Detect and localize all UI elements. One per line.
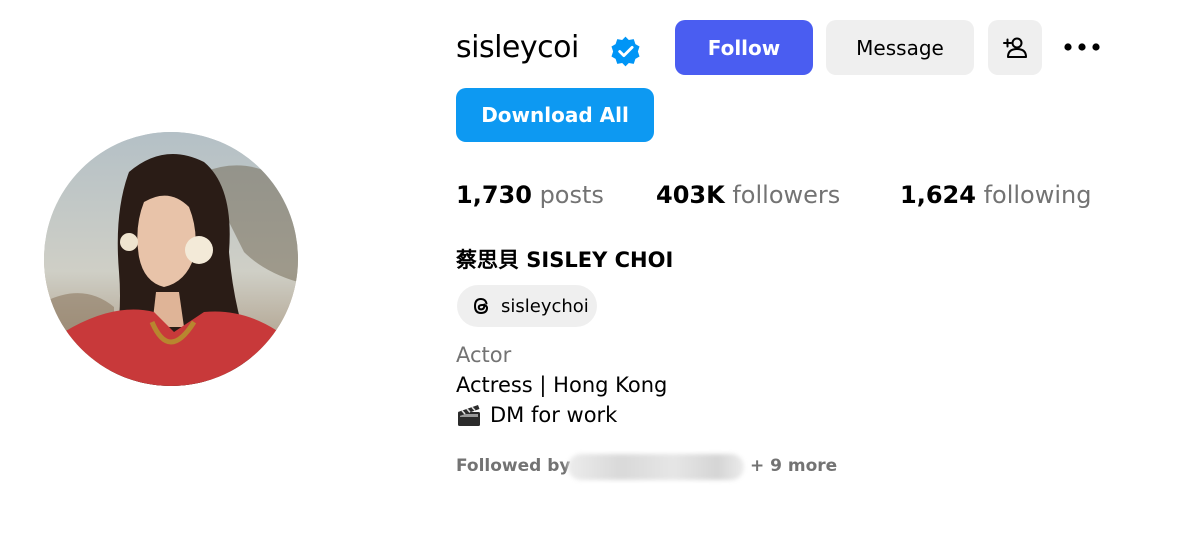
bio-line-2: DM for work bbox=[456, 400, 617, 430]
profile-category: Actor bbox=[456, 343, 512, 367]
following-label: following bbox=[983, 181, 1092, 209]
followers-stat[interactable]: 403K followers bbox=[656, 178, 840, 212]
clapper-board-icon bbox=[458, 405, 480, 426]
posts-count: 1,730 bbox=[456, 181, 532, 209]
full-name: 蔡思貝 SISLEY CHOI bbox=[456, 248, 674, 272]
bio-line-1: Actress | Hong Kong bbox=[456, 373, 668, 397]
follow-button[interactable]: Follow bbox=[675, 20, 813, 75]
username: sisleycoi bbox=[456, 30, 579, 65]
posts-label: posts bbox=[539, 181, 604, 209]
avatar[interactable] bbox=[44, 132, 298, 386]
more-options-icon bbox=[1064, 43, 1100, 51]
threads-link[interactable]: sisleychoi bbox=[457, 285, 597, 327]
bio-line-2-text: DM for work bbox=[490, 403, 618, 427]
add-user-button[interactable] bbox=[988, 20, 1042, 75]
followers-count: 403K bbox=[656, 181, 725, 209]
message-button[interactable]: Message bbox=[826, 20, 974, 75]
following-stat[interactable]: 1,624 following bbox=[900, 178, 1091, 212]
followers-label: followers bbox=[732, 181, 841, 209]
threads-icon bbox=[473, 297, 489, 315]
verified-badge-icon bbox=[611, 36, 640, 67]
download-all-button[interactable]: Download All bbox=[456, 88, 654, 142]
followed-by-label: Followed by bbox=[456, 456, 571, 476]
posts-stat: 1,730 posts bbox=[456, 178, 604, 212]
blurred-followers-names bbox=[568, 454, 744, 480]
followed-by-more[interactable]: + 9 more bbox=[750, 452, 837, 480]
profile-photo bbox=[44, 132, 298, 386]
following-count: 1,624 bbox=[900, 181, 976, 209]
threads-handle: sisleychoi bbox=[501, 295, 589, 317]
add-user-icon bbox=[1003, 37, 1027, 58]
more-options-button[interactable] bbox=[1058, 30, 1106, 64]
